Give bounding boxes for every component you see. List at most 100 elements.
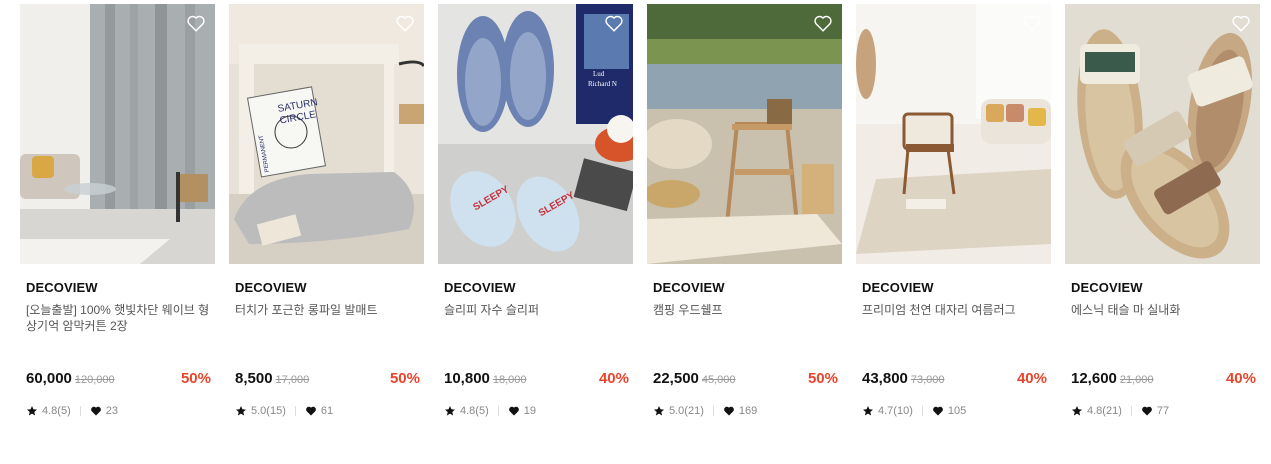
- sale-price: 8,500: [235, 370, 273, 387]
- product-card[interactable]: DECOVIEW 프리미엄 천연 대자리 여름러그 43,800 73,000 …: [856, 4, 1051, 418]
- star-icon: [863, 406, 873, 416]
- product-photo-curtain: [20, 4, 215, 264]
- rating-text: 4.7(10): [878, 405, 913, 417]
- product-title[interactable]: 프리미엄 천연 대자리 여름러그: [862, 302, 1046, 360]
- discount-rate: 40%: [1225, 370, 1256, 387]
- likes-count: 169: [738, 405, 758, 417]
- likes-count: 105: [947, 405, 967, 417]
- product-title[interactable]: 슬리피 자수 슬리퍼: [444, 302, 628, 360]
- product-meta: 5.0(15) 61: [235, 404, 424, 418]
- original-price: 73,000: [910, 374, 945, 386]
- product-card[interactable]: SLEEPY SLEEPY Lud Richard N DECOVIEW 슬리피…: [438, 4, 633, 418]
- heart-filled-icon: [1141, 406, 1152, 416]
- star-icon: [236, 406, 246, 416]
- product-photo-camping-shelf: [647, 4, 842, 264]
- product-title[interactable]: 에스닉 태슬 마 실내화: [1071, 302, 1255, 360]
- original-price: 21,000: [1119, 374, 1154, 386]
- rating-text: 4.8(5): [42, 405, 71, 417]
- svg-text:SLEEPY: SLEEPY: [537, 190, 577, 219]
- likes-count: 61: [320, 405, 334, 417]
- rating-text: 4.8(5): [460, 405, 489, 417]
- wishlist-heart-icon[interactable]: [394, 12, 416, 34]
- likes-count: 77: [1156, 405, 1170, 417]
- product-meta: 4.8(5) 19: [444, 404, 633, 418]
- original-price: 17,000: [275, 374, 310, 386]
- product-meta: 4.7(10) 105: [862, 404, 1051, 418]
- price-row: 10,800 18,000 40%: [444, 370, 629, 390]
- wishlist-heart-icon[interactable]: [185, 12, 207, 34]
- divider: [79, 406, 81, 416]
- likes-count: 23: [105, 405, 118, 417]
- star-icon: [27, 406, 37, 416]
- heart-filled-icon: [723, 406, 734, 416]
- product-title[interactable]: [오늘출발] 100% 햇빛차단 웨이브 형상기억 암막커튼 2장: [26, 302, 210, 360]
- discount-rate: 40%: [598, 370, 629, 387]
- brand-name[interactable]: DECOVIEW: [862, 280, 1051, 296]
- original-price: 18,000: [492, 374, 527, 386]
- likes-count: 19: [523, 405, 536, 417]
- brand-name[interactable]: DECOVIEW: [444, 280, 633, 296]
- original-price: 45,000: [701, 374, 736, 386]
- divider: [294, 406, 296, 416]
- slipper-text: SLEEPY SLEEPY Lud Richard N: [471, 70, 617, 219]
- product-title[interactable]: 터치가 포근한 롱파일 발매트: [235, 302, 419, 360]
- product-meta: 4.8(21) 77: [1071, 404, 1260, 418]
- product-photo-summer-rug: [856, 4, 1051, 264]
- brand-name[interactable]: DECOVIEW: [653, 280, 842, 296]
- star-icon: [1072, 406, 1082, 416]
- svg-text:Richard N: Richard N: [588, 80, 617, 88]
- wishlist-heart-icon[interactable]: [1021, 12, 1043, 34]
- sale-price: 60,000: [26, 370, 72, 387]
- brand-name[interactable]: DECOVIEW: [1071, 280, 1260, 296]
- product-image[interactable]: SATURN CIRCLE PERMANENT: [229, 4, 424, 264]
- wishlist-heart-icon[interactable]: [603, 12, 625, 34]
- divider: [497, 406, 499, 416]
- product-image[interactable]: SLEEPY SLEEPY Lud Richard N: [438, 4, 633, 264]
- product-card[interactable]: DECOVIEW 캠핑 우드쉘프 22,500 45,000 50% 5.0(2…: [647, 4, 842, 418]
- product-image[interactable]: [647, 4, 842, 264]
- divider: [1130, 406, 1132, 416]
- price-row: 8,500 17,000 50%: [235, 370, 420, 390]
- product-card[interactable]: DECOVIEW [오늘출발] 100% 햇빛차단 웨이브 형상기억 암막커튼 …: [20, 4, 215, 418]
- price-row: 22,500 45,000 50%: [653, 370, 838, 390]
- product-title[interactable]: 캠핑 우드쉘프: [653, 302, 837, 360]
- product-meta: 4.8(5) 23: [26, 404, 215, 418]
- rating-text: 4.8(21): [1087, 405, 1122, 417]
- original-price: 120,000: [74, 374, 115, 386]
- sale-price: 43,800: [862, 370, 908, 387]
- discount-rate: 40%: [1016, 370, 1047, 387]
- product-image[interactable]: [856, 4, 1051, 264]
- rating-text: 5.0(21): [669, 405, 704, 417]
- product-card[interactable]: DECOVIEW 에스닉 태슬 마 실내화 12,600 21,000 40% …: [1065, 4, 1260, 418]
- discount-rate: 50%: [389, 370, 420, 387]
- product-meta: 5.0(21) 169: [653, 404, 842, 418]
- product-image[interactable]: [20, 4, 215, 264]
- star-icon: [445, 406, 455, 416]
- price-row: 12,600 21,000 40%: [1071, 370, 1256, 390]
- product-grid: DECOVIEW [오늘출발] 100% 햇빛차단 웨이브 형상기억 암막커튼 …: [20, 4, 1260, 418]
- product-card[interactable]: SATURN CIRCLE PERMANENT DECOVIEW 터치가 포근한…: [229, 4, 424, 418]
- star-icon: [654, 406, 664, 416]
- brand-name[interactable]: DECOVIEW: [235, 280, 424, 296]
- heart-filled-icon: [508, 406, 519, 416]
- heart-filled-icon: [90, 406, 101, 416]
- product-photo-tassel-slippers: [1065, 4, 1260, 264]
- wishlist-heart-icon[interactable]: [1230, 12, 1252, 34]
- sale-price: 10,800: [444, 370, 490, 387]
- price-row: 43,800 73,000 40%: [862, 370, 1047, 390]
- price-row: 60,000 120,000 50%: [26, 370, 211, 390]
- discount-rate: 50%: [180, 370, 211, 387]
- heart-filled-icon: [932, 406, 943, 416]
- heart-filled-icon: [305, 406, 316, 416]
- wishlist-heart-icon[interactable]: [812, 12, 834, 34]
- discount-rate: 50%: [807, 370, 838, 387]
- svg-text:Lud: Lud: [593, 70, 605, 78]
- sale-price: 12,600: [1071, 370, 1117, 387]
- sale-price: 22,500: [653, 370, 699, 387]
- divider: [921, 406, 923, 416]
- brand-name[interactable]: DECOVIEW: [26, 280, 215, 296]
- svg-text:SLEEPY: SLEEPY: [471, 184, 511, 213]
- poster-text: SATURN CIRCLE PERMANENT: [258, 97, 318, 173]
- product-image[interactable]: [1065, 4, 1260, 264]
- divider: [712, 406, 714, 416]
